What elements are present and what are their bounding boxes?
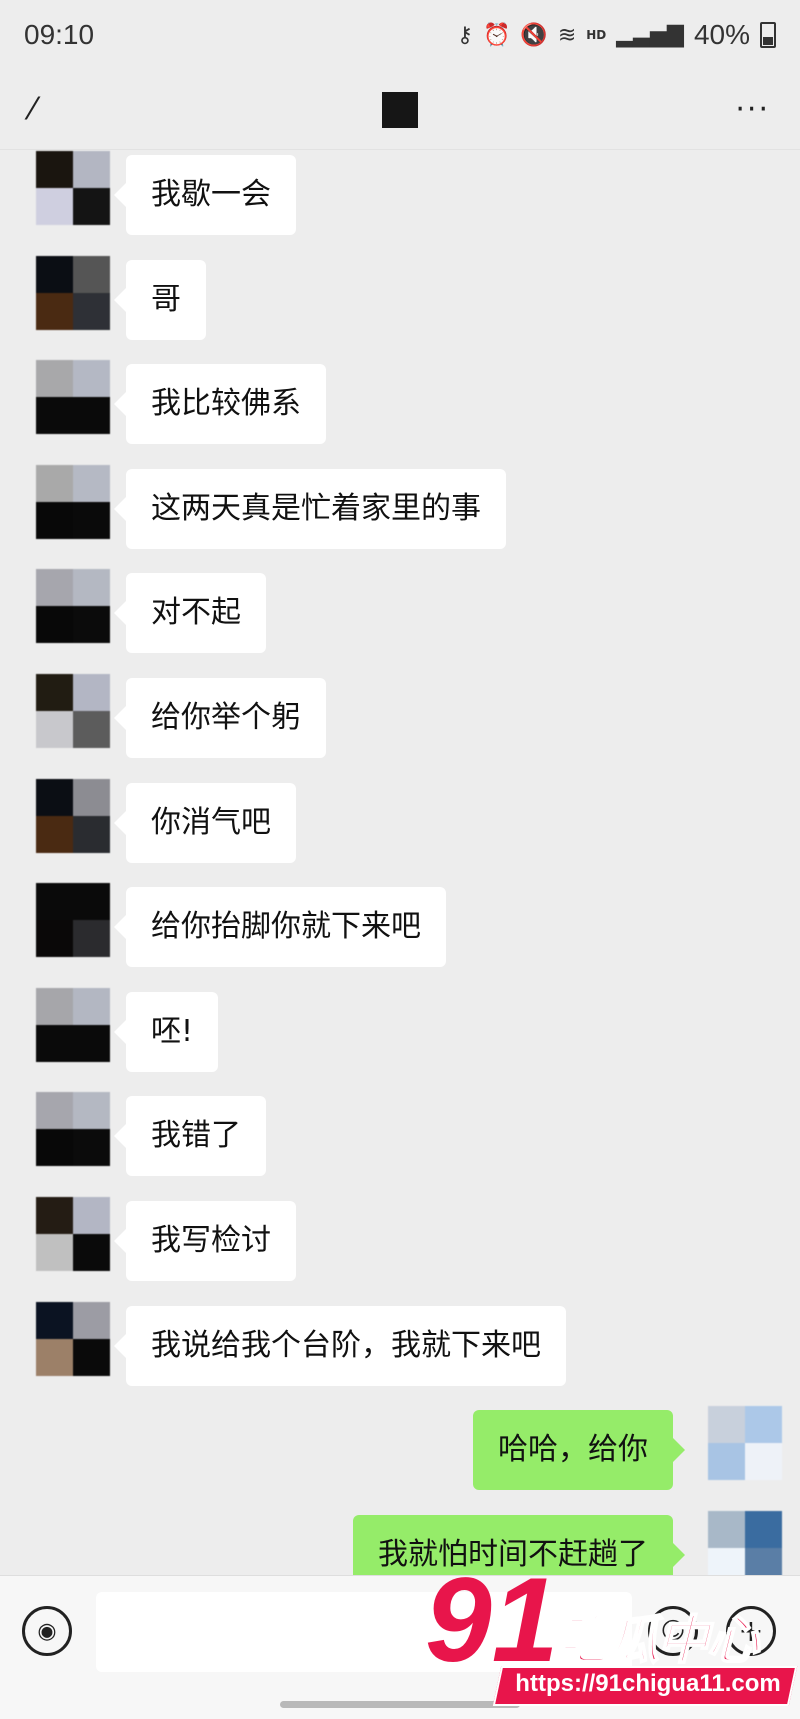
avatar[interactable] [708, 1406, 782, 1480]
alarm-icon: ⏰ [483, 22, 511, 48]
avatar[interactable] [36, 988, 110, 1062]
avatar[interactable] [36, 360, 110, 434]
message-input[interactable] [96, 1592, 632, 1672]
avatar[interactable] [36, 151, 110, 225]
avatar[interactable] [36, 674, 110, 748]
back-icon[interactable]: ⁄ [30, 92, 70, 127]
message-bubble[interactable]: 我歇一会 [114, 155, 296, 235]
status-time: 09:10 [24, 19, 95, 50]
chat-title-redacted [382, 91, 418, 128]
message-bubble[interactable]: 我错了 [114, 1096, 266, 1176]
message-bubble[interactable]: 给你举个躬 [114, 678, 326, 758]
mute-icon: 🔇 [520, 22, 548, 48]
message-bubble[interactable]: 我说给我个台阶，我就下来吧 [114, 1306, 566, 1386]
avatar[interactable] [36, 256, 110, 330]
message-bubble[interactable]: 我比较佛系 [114, 364, 326, 444]
message-list[interactable]: 我歇一会哥我比较佛系这两天真是忙着家里的事 对不起给你举个躬你消气吧给你抬脚你就下… [0, 150, 800, 1575]
message-bubble[interactable]: 哥 [114, 260, 206, 340]
status-icons: ⚷ ⏰ 🔇 ≋ HD ▂▃▅▇ 40% [457, 19, 776, 51]
key-icon: ⚷ [456, 22, 473, 48]
message-bubble[interactable]: 你消气吧 [114, 783, 296, 863]
avatar[interactable] [36, 1197, 110, 1271]
message-bubble[interactable]: 对不起 [114, 573, 266, 653]
emoji-icon[interactable]: ☺ [648, 1606, 698, 1656]
battery-percent: 40% [693, 19, 750, 50]
more-icon[interactable]: ··· [730, 92, 770, 127]
avatar[interactable] [36, 1302, 110, 1376]
wifi-icon: ≋ [557, 22, 577, 48]
message-bubble[interactable]: 哈哈，给你 [473, 1410, 685, 1490]
message-bubble[interactable]: 这两天真是忙着家里的事 [114, 469, 506, 549]
battery-icon [760, 22, 776, 48]
message-bubble[interactable]: 呸! [113, 992, 219, 1072]
avatar[interactable] [36, 883, 110, 957]
avatar[interactable] [36, 569, 110, 643]
chat-header: ⁄ ··· [0, 70, 800, 150]
home-indicator [280, 1701, 520, 1708]
message-bubble[interactable]: 我写检讨 [114, 1201, 296, 1281]
voice-icon[interactable]: ◉ [22, 1606, 72, 1656]
status-bar: 09:10 ⚷ ⏰ 🔇 ≋ HD ▂▃▅▇ 40% [0, 0, 800, 70]
signal-icon: ▂▃▅▇ [616, 22, 684, 48]
message-bubble[interactable]: 给你抬脚你就下来吧 [114, 887, 446, 967]
avatar[interactable] [36, 1092, 110, 1166]
hd-icon: HD [586, 28, 607, 42]
input-bar: ◉ ☺ + [0, 1575, 800, 1719]
avatar[interactable] [36, 465, 110, 539]
avatar[interactable] [36, 779, 110, 853]
avatar[interactable] [708, 1511, 782, 1575]
plus-icon[interactable]: + [726, 1606, 776, 1656]
message-bubble[interactable]: 我就怕时间不赶趟了 [353, 1515, 685, 1575]
